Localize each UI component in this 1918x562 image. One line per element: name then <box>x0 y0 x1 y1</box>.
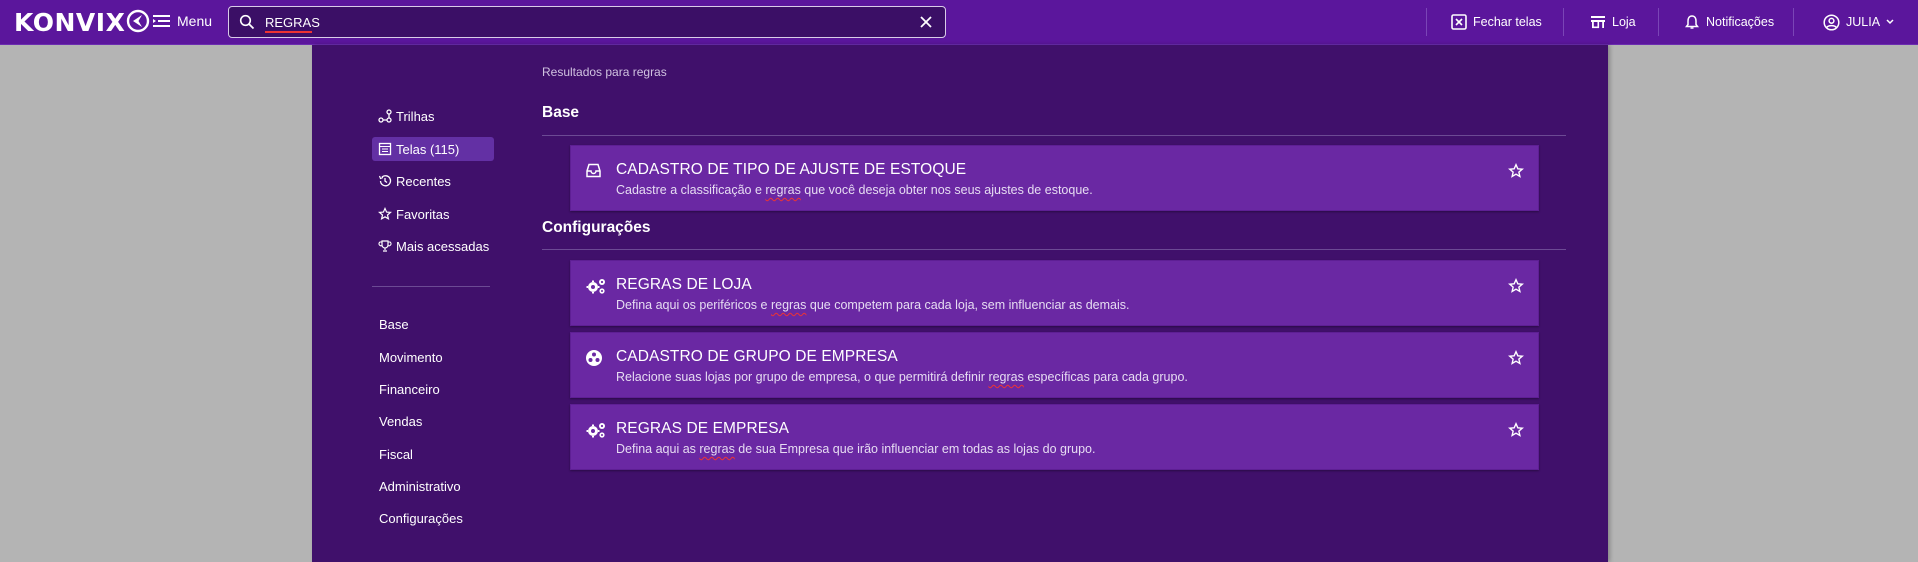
card-title: REGRAS DE LOJA <box>616 276 752 293</box>
card-description: Defina aqui os periféricos e regras que … <box>616 298 1130 312</box>
star-icon <box>378 207 392 221</box>
card-description: Defina aqui as regras de sua Empresa que… <box>616 442 1096 456</box>
user-menu-button[interactable]: JULIA <box>1823 0 1895 44</box>
card-title: REGRAS DE EMPRESA <box>616 420 790 437</box>
sidebar-item-telas[interactable]: Telas (115) <box>372 137 494 161</box>
favorite-star-icon[interactable] <box>1508 422 1524 438</box>
sidebar-item-label: Trilhas <box>396 108 435 124</box>
result-card[interactable]: REGRAS DE EMPRESA Defina aqui as regras … <box>570 404 1539 470</box>
sidebar-item-label: Recentes <box>396 173 451 189</box>
close-screens-label: Fechar telas <box>1473 15 1542 29</box>
sidebar-item-label: Mais acessadas <box>396 238 490 254</box>
divider <box>1793 8 1794 36</box>
logo[interactable]: KONVIX <box>14 8 150 37</box>
sidebar-item-favoritas[interactable]: Favoritas <box>372 202 494 226</box>
menu-label: Menu <box>177 13 213 29</box>
search-input[interactable] <box>265 11 895 33</box>
bell-icon <box>1685 15 1699 29</box>
user-name: JULIA <box>1846 15 1881 29</box>
user-circle-icon <box>1823 13 1840 31</box>
card-description: Relacione suas lojas por grupo de empres… <box>616 370 1188 384</box>
close-screens-button[interactable]: Fechar telas <box>1451 0 1542 44</box>
clear-search-icon[interactable] <box>919 15 933 29</box>
divider <box>1426 8 1427 36</box>
history-icon <box>378 175 392 187</box>
spellcheck-underline <box>265 31 312 33</box>
sidebar-item-recentes[interactable]: Recentes <box>372 169 494 193</box>
section-title: Base <box>542 104 580 121</box>
chevron-down-icon <box>1886 19 1894 25</box>
group-icon <box>586 350 602 366</box>
card-description: Cadastre a classificação e regras que vo… <box>616 183 1093 197</box>
card-title: CADASTRO DE TIPO DE AJUSTE DE ESTOQUE <box>616 161 967 178</box>
trail-icon <box>378 109 392 123</box>
search-icon <box>239 14 255 30</box>
screen-icon <box>378 142 392 156</box>
search-results-panel: Trilhas Telas (115) Recentes Favoritas M… <box>312 45 1608 562</box>
store-button[interactable]: Loja <box>1590 0 1636 44</box>
category-administrativo[interactable]: Administrativo <box>379 479 461 494</box>
top-bar: KONVIX Menu REGRAS Fechar telas Loja Not… <box>0 0 1918 45</box>
category-configuracoes[interactable]: Configurações <box>379 511 463 526</box>
category-fiscal[interactable]: Fiscal <box>379 447 413 462</box>
result-card[interactable]: CADASTRO DE GRUPO DE EMPRESA Relacione s… <box>570 332 1539 398</box>
sidebar-item-trilhas[interactable]: Trilhas <box>372 104 494 128</box>
sidebar-item-label: Favoritas <box>396 206 450 222</box>
logo-mark-icon <box>127 9 150 32</box>
store-icon <box>1591 16 1605 29</box>
sidebar-divider <box>372 286 490 287</box>
menu-icon <box>153 15 170 27</box>
search-box[interactable] <box>228 6 946 38</box>
section-divider <box>542 249 1566 250</box>
divider <box>1563 8 1564 36</box>
section-title: Configurações <box>542 219 651 236</box>
favorite-star-icon[interactable] <box>1508 350 1524 366</box>
category-vendas[interactable]: Vendas <box>379 414 422 429</box>
divider <box>1658 8 1659 36</box>
inbox-icon <box>586 163 601 178</box>
sidebar-item-mais-acessadas[interactable]: Mais acessadas <box>372 234 494 258</box>
section-divider <box>542 135 1566 136</box>
category-base[interactable]: Base <box>379 317 409 332</box>
gears-icon <box>586 279 605 294</box>
notifications-label: Notificações <box>1706 15 1775 29</box>
trophy-icon <box>378 240 392 252</box>
sidebar-item-label: Telas (115) <box>396 141 460 157</box>
close-box-icon <box>1451 14 1467 30</box>
gears-icon <box>586 423 605 438</box>
result-card[interactable]: REGRAS DE LOJA Defina aqui os periférico… <box>570 260 1539 326</box>
store-label: Loja <box>1612 15 1636 29</box>
results-label: Resultados para regras <box>542 65 667 79</box>
favorite-star-icon[interactable] <box>1508 278 1524 294</box>
logo-text: KONVIX <box>14 8 126 37</box>
favorite-star-icon[interactable] <box>1508 163 1524 179</box>
result-card[interactable]: CADASTRO DE TIPO DE AJUSTE DE ESTOQUE Ca… <box>570 145 1539 211</box>
notifications-button[interactable]: Notificações <box>1684 0 1774 44</box>
menu-button[interactable]: Menu <box>153 13 212 29</box>
category-financeiro[interactable]: Financeiro <box>379 382 440 397</box>
card-title: CADASTRO DE GRUPO DE EMPRESA <box>616 348 898 365</box>
category-movimento[interactable]: Movimento <box>379 350 443 365</box>
